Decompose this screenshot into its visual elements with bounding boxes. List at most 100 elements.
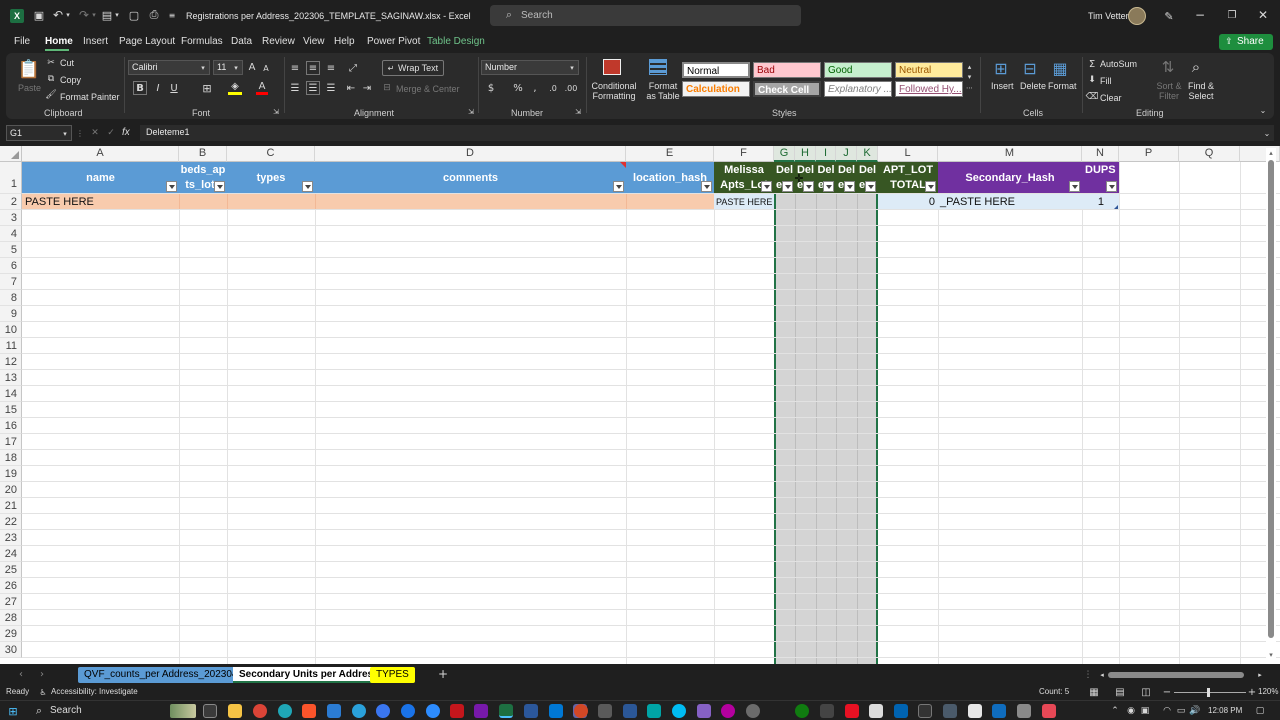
page-layout-view-icon[interactable]: ▤ [1114,686,1126,698]
column-header-i[interactable]: I [816,146,836,162]
sheet-tab-types[interactable]: TYPES [370,667,415,683]
cut-button[interactable]: Cut [60,58,74,68]
new-file-icon[interactable]: ▢ [127,8,141,22]
conditional-formatting-button[interactable]: Conditional Formatting [590,81,638,101]
tab-view[interactable]: View [303,36,325,47]
row-header-25[interactable]: 25 [0,562,22,578]
undo-icon[interactable]: ↶ [52,8,64,22]
autosum-button[interactable]: AutoSum [1100,59,1137,69]
comma-style-icon[interactable]: , [530,81,540,95]
merge-center-button[interactable]: Merge & Center [396,84,460,94]
row-header-27[interactable]: 27 [0,594,22,610]
row-header-18[interactable]: 18 [0,450,22,466]
redo-dropdown-icon[interactable]: ▾ [90,9,98,21]
print-icon[interactable]: ⎙ [147,8,161,22]
row-header-7[interactable]: 7 [0,274,22,290]
notification-icon[interactable]: ▢ [1254,705,1266,717]
tab-home[interactable]: Home [45,36,73,47]
close-icon[interactable]: ✕ [1256,8,1270,22]
column-header-k[interactable]: K [857,146,878,162]
filter-dropdown-icon[interactable] [823,181,834,192]
scroll-tabs-left-icon[interactable]: ‹ [16,668,26,680]
normal-view-icon[interactable]: ▦ [1088,686,1100,698]
sheet-options-icon[interactable]: ⋮ [1084,669,1093,681]
scroll-right-icon[interactable]: ▸ [1256,669,1264,681]
tray-icon-1[interactable]: ◉ [1126,705,1136,717]
increase-decimal-icon[interactable]: .0 [546,81,560,95]
font-size-select[interactable]: 11 ▾ [213,60,243,75]
row-header-30[interactable]: 30 [0,642,22,658]
horizontal-scrollbar[interactable]: ◂ ▸ [1098,671,1266,679]
format-cells-button[interactable]: Format [1048,81,1077,91]
wifi-icon[interactable]: ◠ [1162,705,1172,717]
find-select-button[interactable]: Find & Select [1184,81,1218,101]
fill-color-icon[interactable]: ◈ [228,81,242,95]
formula-input[interactable]: Deleteme1 ⌄ [140,125,1274,141]
header-types[interactable]: types [227,162,315,194]
tab-review[interactable]: Review [262,36,295,47]
excel-taskbar-icon[interactable] [499,704,513,718]
row-header-13[interactable]: 13 [0,370,22,386]
number-format-select[interactable]: Number ▾ [481,60,579,75]
fill-button[interactable]: Fill [1100,76,1112,86]
column-header-m[interactable]: M [938,146,1082,162]
style-normal[interactable]: Normal [682,62,750,78]
italic-icon[interactable]: I [152,81,164,95]
styles-scroll-down-icon[interactable]: ▾ [965,72,974,82]
undo-dropdown-icon[interactable]: ▾ [64,9,72,21]
accessibility-status[interactable]: Accessibility: Investigate [51,687,138,696]
header-apt-lot-total[interactable]: APT_LOT TOTAL [878,162,938,194]
cell-l2[interactable]: 0 [878,194,938,210]
header-location-hash[interactable]: location_hash [626,162,714,194]
avatar[interactable] [1128,7,1146,25]
header-deleteme-g[interactable]: Del e [774,162,795,194]
column-header-b[interactable]: B [179,146,227,162]
column-header-e[interactable]: E [626,146,714,162]
tray-icon-2[interactable]: ▣ [1140,705,1150,717]
style-check-cell[interactable]: Check Cell [753,81,821,97]
confirm-entry-icon[interactable]: ✓ [105,127,117,139]
app-icon-circle[interactable] [401,704,415,718]
style-good[interactable]: Good [824,62,892,78]
decrease-font-icon[interactable]: A [260,61,272,75]
row-header-17[interactable]: 17 [0,434,22,450]
outlook-icon[interactable] [549,704,563,718]
app-icon-blue-2[interactable] [894,704,908,718]
scroll-left-icon[interactable]: ◂ [1098,669,1106,681]
header-name[interactable]: name [22,162,179,194]
powerpoint-taskbar-icon[interactable] [574,704,588,718]
align-bottom-icon[interactable]: ≡ [324,61,338,75]
app-icon-magenta[interactable] [721,704,735,718]
zoom-slider[interactable] [1174,688,1246,697]
header-melissa-apts-lot[interactable]: Melissa Apts_Lot [714,162,774,194]
header-secondary-hash[interactable]: Secondary_Hash [938,162,1082,194]
app-icon-box[interactable] [968,704,982,718]
cell-f2[interactable]: PASTE HERE [714,194,774,210]
row-header-19[interactable]: 19 [0,466,22,482]
app-icon-cyan[interactable] [672,704,686,718]
paste-icon[interactable]: 📋 [18,57,40,81]
app-icon-last[interactable] [1042,704,1056,718]
currency-icon[interactable]: $ [485,81,497,95]
scroll-up-icon[interactable]: ▴ [1267,148,1275,158]
sheet-tab-qvf-counts[interactable]: QVF_counts_per Address_202304 [78,667,244,683]
restore-icon[interactable]: ❐ [1225,8,1239,22]
wrap-text-button[interactable]: ↵ Wrap Text [382,60,444,76]
add-sheet-icon[interactable]: + [437,667,449,681]
redo-icon[interactable]: ↷ [78,8,90,22]
font-name-select[interactable]: Calibri ▾ [128,60,210,75]
app-icon-red[interactable] [845,704,859,718]
tab-help[interactable]: Help [334,36,355,47]
select-all-corner[interactable] [0,146,22,162]
cell-a2[interactable]: PASTE HERE [22,194,714,210]
app-icon-dark-2[interactable] [918,704,932,718]
row-header-22[interactable]: 22 [0,514,22,530]
borders-icon[interactable]: ⊞ [200,81,214,95]
battery-icon[interactable]: ▭ [1176,705,1186,717]
bold-icon[interactable]: B [133,81,147,95]
row-header-28[interactable]: 28 [0,610,22,626]
tray-chevron-icon[interactable]: ⌃ [1110,705,1120,717]
row-header-12[interactable]: 12 [0,354,22,370]
number-dialog-launcher-icon[interactable]: ⇲ [574,108,582,116]
row-header-24[interactable]: 24 [0,546,22,562]
